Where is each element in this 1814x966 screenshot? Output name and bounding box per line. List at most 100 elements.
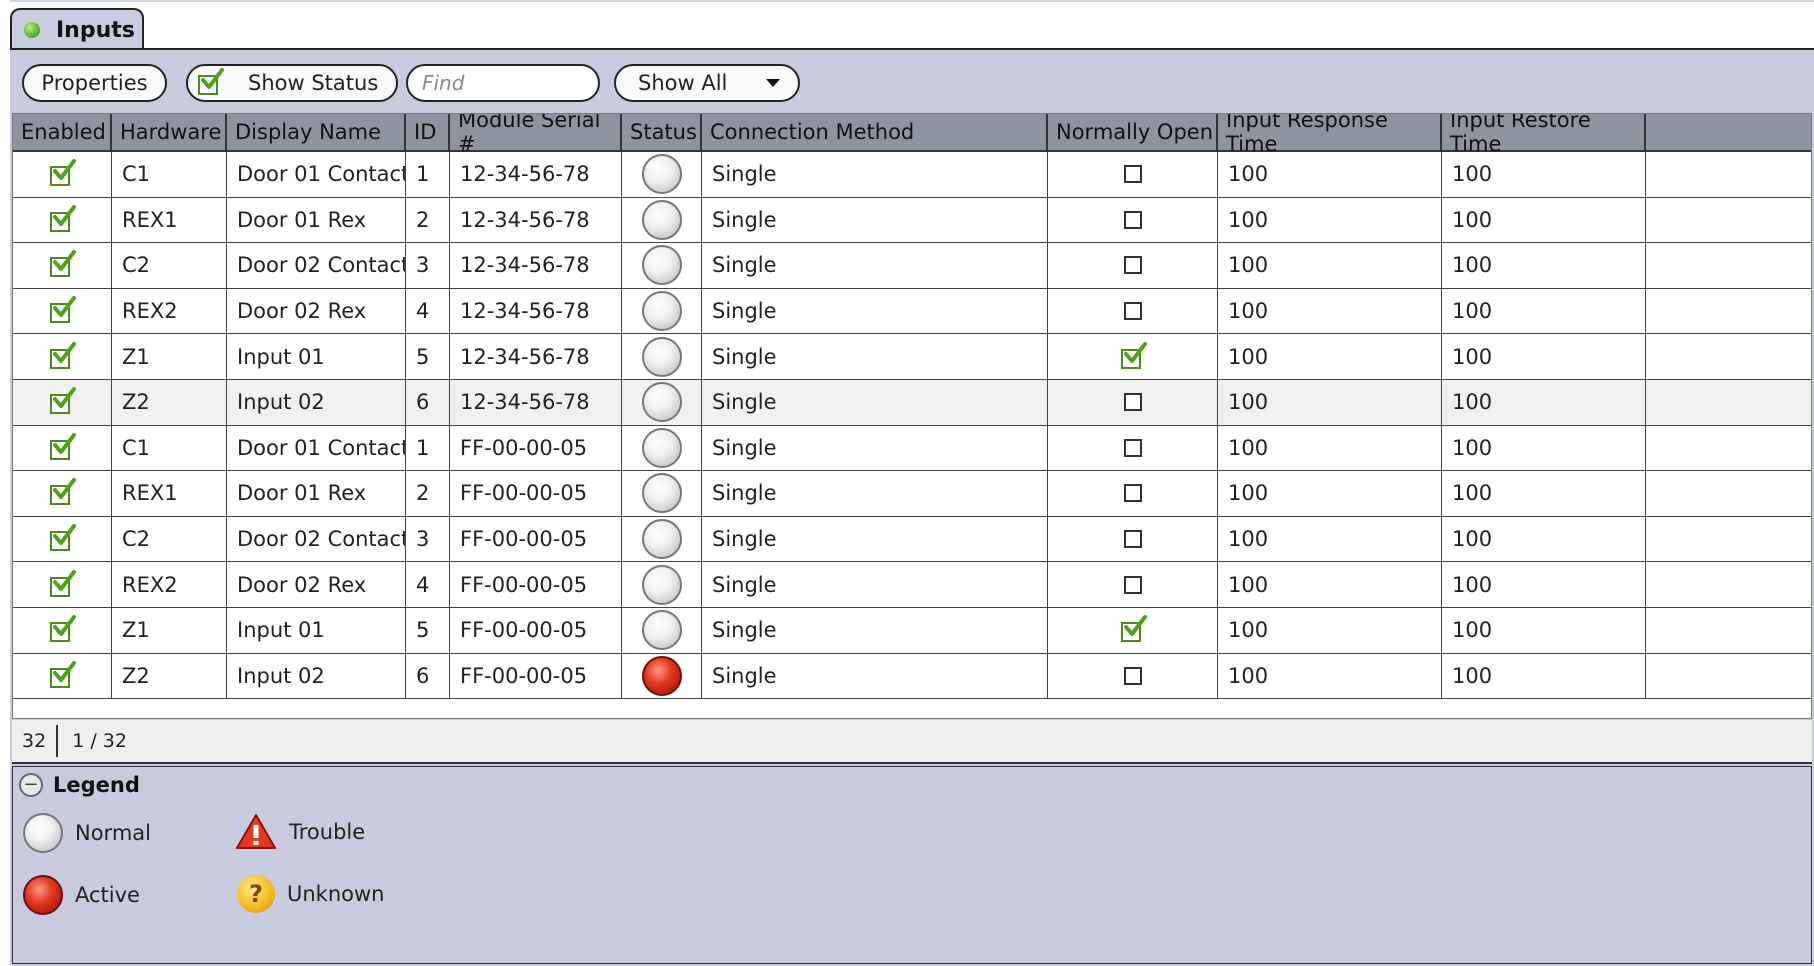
properties-button[interactable]: Properties bbox=[22, 64, 167, 102]
table-row[interactable]: REX2 Door 02 Rex 4 12-34-56-78 Single 100 100 bbox=[13, 288, 1811, 335]
table-row[interactable]: C1 Door 01 Contact 1 12-34-56-78 Single 100 10… bbox=[13, 152, 1811, 198]
id-cell: 3 bbox=[406, 243, 450, 288]
normally-open-cell[interactable] bbox=[1048, 243, 1218, 288]
normally-open-cell[interactable] bbox=[1048, 562, 1218, 607]
normally-open-cell[interactable] bbox=[1048, 379, 1218, 425]
normally-open-cell[interactable] bbox=[1048, 471, 1218, 516]
filter-dropdown[interactable]: Show All bbox=[614, 64, 800, 102]
checkbox-checked-icon[interactable] bbox=[1120, 341, 1147, 369]
serial-cell: 12-34-56-78 bbox=[450, 152, 622, 197]
column-header-input-response-time[interactable]: Input Response Time bbox=[1218, 114, 1442, 156]
enabled-cell[interactable] bbox=[13, 562, 112, 607]
status-normal-icon bbox=[641, 199, 682, 240]
checkbox-checked-icon[interactable] bbox=[50, 387, 76, 415]
checkbox-unchecked-icon[interactable] bbox=[1123, 666, 1142, 685]
checkbox-checked-icon[interactable] bbox=[50, 432, 76, 460]
checkbox-checked-icon[interactable] bbox=[50, 524, 76, 552]
enabled-cell[interactable] bbox=[13, 152, 112, 197]
table-row[interactable]: Z2 Input 02 6 FF-00-00-05 Single 100 100 bbox=[13, 653, 1811, 700]
display-name-cell: Input 01 bbox=[227, 607, 406, 653]
column-header-connection-method[interactable]: Connection Method bbox=[702, 114, 1048, 150]
enabled-cell[interactable] bbox=[13, 243, 112, 288]
table-row[interactable]: Z2 Input 02 6 12-34-56-78 Single 100 100 bbox=[13, 379, 1811, 426]
enabled-cell[interactable] bbox=[13, 471, 112, 516]
normally-open-cell[interactable] bbox=[1048, 334, 1218, 379]
column-header-input-restore-time[interactable]: Input Restore Time bbox=[1442, 114, 1646, 156]
checkbox-unchecked-icon[interactable] bbox=[1123, 438, 1142, 457]
checkbox-unchecked-icon[interactable] bbox=[1123, 210, 1142, 229]
response-time-cell: 100 bbox=[1218, 425, 1442, 471]
collapse-icon[interactable]: − bbox=[19, 773, 43, 797]
enabled-cell[interactable] bbox=[13, 516, 112, 562]
legend-header: − Legend bbox=[19, 773, 140, 797]
table-row[interactable]: REX2 Door 02 Rex 4 FF-00-00-05 Single 100 100 bbox=[13, 562, 1811, 608]
checkbox-checked-icon[interactable] bbox=[50, 660, 76, 688]
checkbox-checked-icon[interactable] bbox=[50, 478, 76, 506]
record-count: 32 bbox=[12, 725, 59, 757]
checkbox-unchecked-icon[interactable] bbox=[1123, 302, 1142, 321]
legend-item-trouble: Trouble bbox=[235, 813, 365, 851]
column-header-enabled[interactable]: Enabled bbox=[13, 114, 112, 150]
id-cell: 4 bbox=[406, 288, 450, 334]
column-header-hardware[interactable]: Hardware bbox=[112, 114, 227, 150]
status-cell bbox=[622, 152, 702, 197]
column-header-status[interactable]: Status bbox=[622, 114, 702, 150]
display-name-cell: Door 01 Rex bbox=[227, 197, 406, 243]
table-row[interactable]: C2 Door 02 Contact 3 FF-00-00-05 Single 100 10… bbox=[13, 516, 1811, 563]
table-row[interactable]: C1 Door 01 Contact 1 FF-00-00-05 Single 100 10… bbox=[13, 425, 1811, 472]
checkbox-checked-icon[interactable] bbox=[50, 615, 76, 643]
show-status-toggle[interactable]: Show Status bbox=[186, 64, 398, 102]
checkbox-checked-icon[interactable] bbox=[50, 250, 76, 278]
checkbox-unchecked-icon[interactable] bbox=[1123, 165, 1142, 184]
serial-cell: 12-34-56-78 bbox=[450, 197, 622, 243]
checkbox-checked-icon[interactable] bbox=[50, 569, 76, 597]
checkbox-unchecked-icon[interactable] bbox=[1123, 575, 1142, 594]
normally-open-cell[interactable] bbox=[1048, 425, 1218, 471]
checkbox-checked-icon[interactable] bbox=[1120, 615, 1147, 643]
toolbar: Properties Show Status Find Show All bbox=[10, 50, 1814, 112]
column-header-display-name[interactable]: Display Name bbox=[227, 114, 406, 150]
checkbox-unchecked-icon[interactable] bbox=[1123, 484, 1142, 503]
normally-open-cell[interactable] bbox=[1048, 653, 1218, 699]
enabled-cell[interactable] bbox=[13, 653, 112, 699]
enabled-cell[interactable] bbox=[13, 425, 112, 471]
normally-open-cell[interactable] bbox=[1048, 152, 1218, 197]
legend-item-active: Active bbox=[23, 875, 140, 915]
checkbox-checked-icon[interactable] bbox=[50, 204, 76, 232]
checkbox-checked-icon[interactable] bbox=[50, 296, 76, 324]
enabled-cell[interactable] bbox=[13, 379, 112, 425]
status-cell bbox=[622, 653, 702, 699]
checkbox-unchecked-icon[interactable] bbox=[1123, 530, 1142, 549]
connection-method-cell: Single bbox=[702, 425, 1048, 471]
enabled-cell[interactable] bbox=[13, 197, 112, 243]
normally-open-cell[interactable] bbox=[1048, 607, 1218, 653]
column-header-module-serial[interactable]: Module Serial # bbox=[450, 114, 622, 156]
status-cell bbox=[622, 379, 702, 425]
filler-cell bbox=[1646, 562, 1811, 607]
table-row[interactable]: Z1 Input 01 5 FF-00-00-05 Single 100 100 bbox=[13, 607, 1811, 654]
filler-cell bbox=[1646, 608, 1811, 653]
connection-method-cell: Single bbox=[702, 334, 1048, 379]
table-row[interactable]: REX1 Door 01 Rex 2 12-34-56-78 Single 100 100 bbox=[13, 197, 1811, 244]
table-row[interactable]: Z1 Input 01 5 12-34-56-78 Single 100 100 bbox=[13, 334, 1811, 380]
column-header-normally-open[interactable]: Normally Open bbox=[1048, 114, 1218, 150]
normally-open-cell[interactable] bbox=[1048, 197, 1218, 243]
enabled-cell[interactable] bbox=[13, 288, 112, 334]
normally-open-cell[interactable] bbox=[1048, 288, 1218, 334]
normally-open-cell[interactable] bbox=[1048, 516, 1218, 562]
serial-cell: FF-00-00-05 bbox=[450, 516, 622, 562]
checkbox-unchecked-icon[interactable] bbox=[1123, 393, 1142, 412]
id-cell: 2 bbox=[406, 197, 450, 243]
table-row[interactable]: C2 Door 02 Contact 3 12-34-56-78 Single 100 10… bbox=[13, 243, 1811, 289]
tab-inputs[interactable]: Inputs bbox=[10, 8, 144, 50]
checkbox-unchecked-icon[interactable] bbox=[1123, 256, 1142, 275]
checkbox-checked-icon[interactable] bbox=[50, 159, 76, 187]
checkbox-checked-icon[interactable] bbox=[50, 341, 76, 369]
column-header-id[interactable]: ID bbox=[406, 114, 450, 150]
enabled-cell[interactable] bbox=[13, 607, 112, 653]
enabled-cell[interactable] bbox=[13, 334, 112, 379]
table-row[interactable]: REX1 Door 01 Rex 2 FF-00-00-05 Single 100 100 bbox=[13, 471, 1811, 517]
find-input[interactable]: Find bbox=[406, 64, 600, 102]
restore-time-cell: 100 bbox=[1442, 471, 1646, 516]
legend-active-label: Active bbox=[75, 883, 140, 907]
